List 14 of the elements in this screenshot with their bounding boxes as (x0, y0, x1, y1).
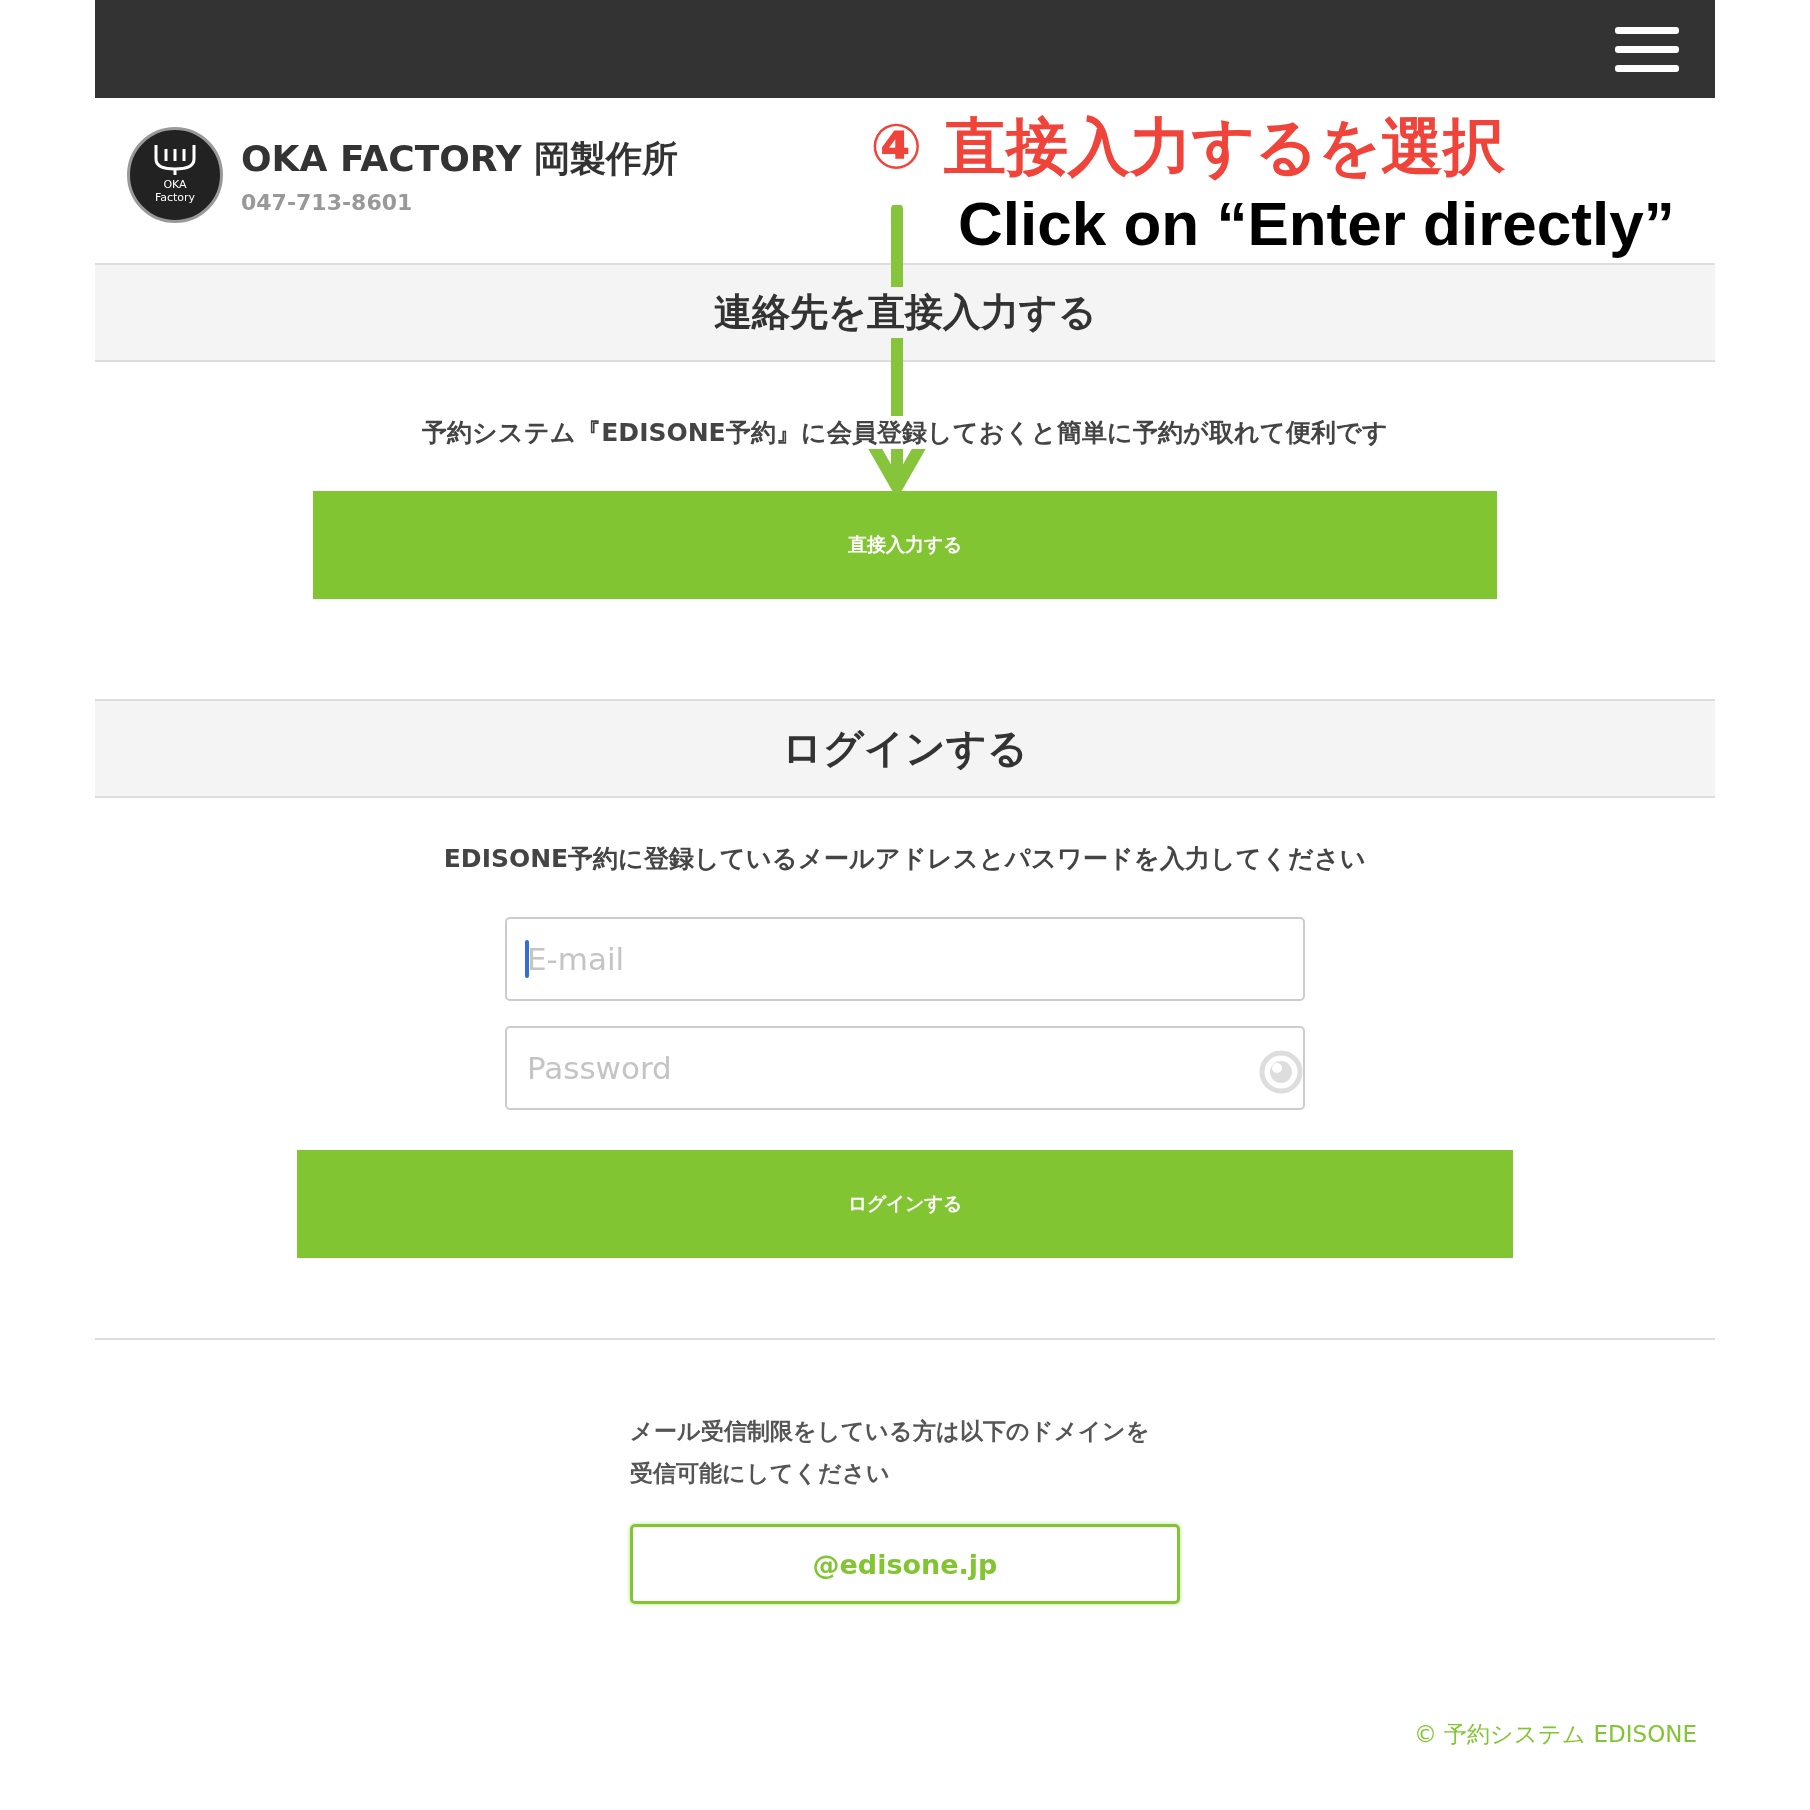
password-field[interactable]: Password (505, 1026, 1305, 1110)
menu-icon[interactable] (1615, 25, 1679, 73)
description: 予約システム『EDISONE予約』に会員登録しておくと簡単に予約が取れて便利です (422, 416, 1388, 449)
logo: OKA Factory (127, 126, 223, 223)
domain-box: @edisone.jp (630, 1524, 1180, 1604)
email-field[interactable]: E-mail (505, 917, 1305, 1001)
shop-name: OKA FACTORY 岡製作所 (241, 136, 679, 181)
enter-directly-button[interactable]: 直接入力する (313, 491, 1497, 599)
login-button[interactable]: ログインする (297, 1150, 1513, 1258)
phone-number: 047-713-8601 (241, 189, 414, 215)
annotation-title: ④ 直接入力するを選択 (870, 109, 1507, 185)
notice-text: メール受信制限をしている方は以下のドメインを 受信可能にしてください (630, 1417, 1151, 1488)
description: EDISONE予約に登録しているメールアドレスとパスワードを入力してください (443, 842, 1367, 875)
copyright: © 予約システム EDISONE (1413, 1720, 1697, 1749)
